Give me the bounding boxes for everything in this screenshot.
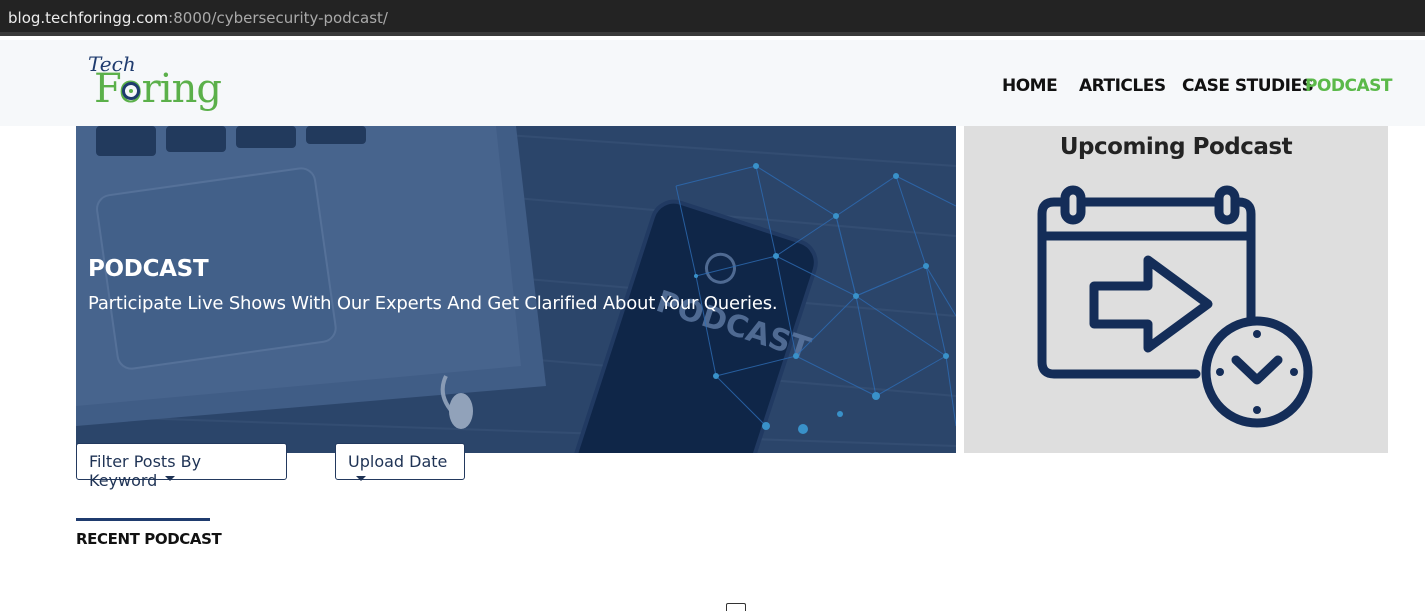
url-path: :8000/cybersecurity-podcast/: [168, 9, 388, 27]
logo-foring-text: Foring: [94, 66, 222, 112]
techforing-logo[interactable]: Tech Foring: [86, 50, 226, 116]
site-header: Tech Foring HOME ARTICLES CASE STUDIES P…: [0, 40, 1425, 126]
logo-ring-mark: [122, 82, 140, 100]
upcoming-podcast-panel[interactable]: Upcoming Podcast: [964, 126, 1388, 453]
section-divider: [76, 518, 210, 521]
nav-articles[interactable]: ARTICLES: [1079, 76, 1166, 96]
upload-date-dropdown[interactable]: Upload Date: [335, 443, 465, 481]
filter-keyword-dropdown[interactable]: Filter Posts By Keyword: [76, 443, 287, 490]
hero-overlay: [76, 126, 956, 453]
calendar-schedule-icon: [1037, 185, 1313, 428]
chevron-down-icon: [165, 476, 176, 481]
upload-date-label: Upload Date: [348, 452, 448, 471]
upcoming-podcast-title: Upcoming Podcast: [1059, 134, 1293, 160]
nav-case-studies[interactable]: CASE STUDIES: [1182, 76, 1314, 96]
url-host: blog.techforingg.com: [8, 9, 169, 27]
content-icon-partial: [726, 603, 746, 611]
hero-title: PODCAST: [88, 256, 209, 282]
filter-keyword-label: Filter Posts By Keyword: [89, 452, 202, 490]
chevron-down-icon: [356, 476, 366, 481]
recent-podcast-heading: RECENT PODCAST: [76, 530, 222, 548]
hero-subtitle: Participate Live Shows With Our Experts …: [88, 293, 778, 314]
browser-address-bar[interactable]: blog.techforingg.com:8000/cybersecurity-…: [0, 0, 1425, 36]
nav-podcast[interactable]: PODCAST: [1305, 76, 1393, 96]
url-text[interactable]: blog.techforingg.com:8000/cybersecurity-…: [8, 9, 388, 27]
hero-banner: PODCAST PODCAST Participate Live Shows W: [76, 126, 956, 453]
nav-home[interactable]: HOME: [1002, 76, 1058, 96]
